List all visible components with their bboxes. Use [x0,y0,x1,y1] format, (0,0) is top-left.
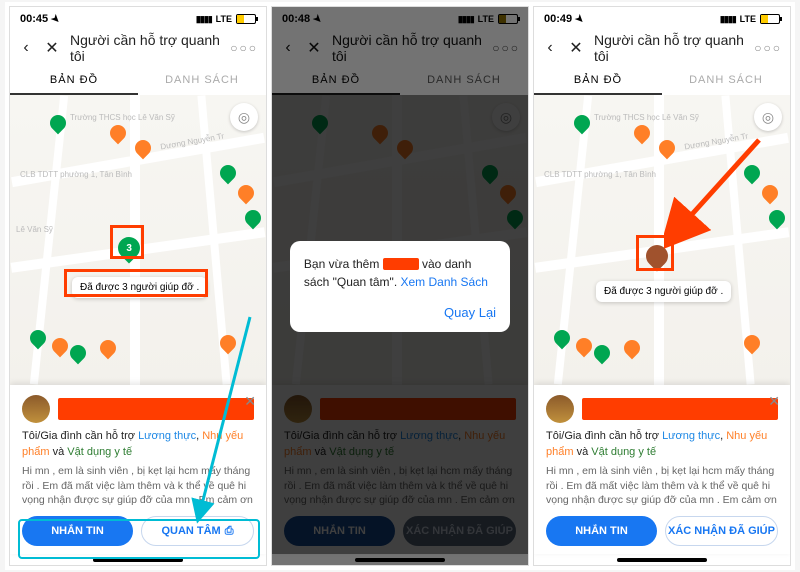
map-poi-label: Trường THCS học Lê Văn Sỹ [70,113,175,122]
nav-bar: ‹ ✕ Người cần hỗ trợ quanh tôi ○○○ [10,31,266,65]
map-pin-helper[interactable] [217,162,240,185]
annotation-highlight-box [636,235,674,271]
confirm-dialog: Bạn vừa thêm vào danh sách "Quan tâm". X… [290,241,510,332]
tabs: BẢN ĐỒ DANH SÁCH [10,65,266,95]
map-pin-helper[interactable] [67,342,90,365]
dialog-text: Bạn vừa thêm [304,257,383,271]
page-title: Người cần hỗ trợ quanh tôi [70,32,220,64]
back-icon[interactable]: ‹ [542,39,558,57]
modal-overlay[interactable]: Bạn vừa thêm vào danh sách "Quan tâm". X… [272,7,528,565]
map-pin-helper[interactable] [27,327,50,350]
tab-list[interactable]: DANH SÁCH [662,65,790,95]
map-pin-helper[interactable] [242,207,265,230]
card-close-icon[interactable]: ✕ [768,393,780,410]
confirm-helped-button[interactable]: XÁC NHẬN ĐÃ GIÚP [665,516,778,546]
map-pin-request[interactable] [49,335,72,358]
location-arrow-icon: ➤ [573,13,587,27]
request-description: Hi mn , em là sinh viên , bị kẹt lại hcm… [22,464,254,508]
map-tooltip: Đã được 3 người giúp đỡ . [596,281,731,302]
map-poi-label: Trường THCS học Lê Văn Sỹ [594,113,699,122]
clock: 00:45 [20,13,48,25]
map-pin-request[interactable] [97,337,120,360]
redacted-name [582,398,778,420]
location-arrow-icon: ➤ [49,13,63,27]
annotation-highlight-box [110,225,144,259]
signal-icon: ▮▮▮▮ [720,14,736,25]
tabs: BẢN ĐỒ DANH SÁCH [534,65,790,95]
network-lte: LTE [216,14,232,24]
clock: 00:49 [544,13,572,25]
map-pin-request[interactable] [573,335,596,358]
map-pin-helper[interactable] [766,207,789,230]
redacted-name [58,398,254,420]
need-line: Tôi/Gia đình cần hỗ trợ Lương thực, Nhu … [546,429,778,460]
tab-map[interactable]: BẢN ĐỒ [10,65,138,95]
need-line: Tôi/Gia đình cần hỗ trợ Lương thực, Nhu … [22,429,254,460]
tab-map[interactable]: BẢN ĐỒ [534,65,662,95]
home-indicator [617,558,707,562]
map-road-label: Lê Văn Sỹ [16,225,53,234]
map-pin-helper[interactable] [741,162,764,185]
request-description: Hi mn , em là sinh viên , bị kẹt lại hcm… [546,464,778,508]
close-icon[interactable]: ✕ [44,38,60,58]
redacted-name [383,258,419,270]
category-medical: Vật dụng y tế [67,446,132,458]
avatar[interactable] [546,395,574,423]
map-view[interactable]: Trường THCS học Lê Văn Sỹ CLB TDTT phườn… [534,95,790,385]
map-poi-label: CLB TDTT phường 1, Tân Bình [544,170,656,179]
nav-bar: ‹ ✕ Người cần hỗ trợ quanh tôi ○○○ [534,31,790,65]
status-bar: 00:45 ➤ ▮▮▮▮ LTE [10,7,266,31]
screen-3: 00:49 ➤ ▮▮▮▮ LTE ‹ ✕ Người cần hỗ trợ qu… [533,6,791,566]
annotation-highlight-cyan [18,519,260,559]
back-icon[interactable]: ‹ [18,39,34,57]
map-pin-helper[interactable] [591,342,614,365]
more-icon[interactable]: ○○○ [230,41,258,55]
map-poi-label: CLB TDTT phường 1, Tân Bình [20,170,132,179]
battery-icon [760,14,780,24]
map-pin-request[interactable] [621,337,644,360]
message-button[interactable]: NHẮN TIN [546,516,657,546]
locate-me-icon[interactable]: ◎ [230,103,258,131]
annotation-highlight-box [64,269,208,297]
view-list-link[interactable]: Xem Danh Sách [400,275,487,289]
request-card: ✕ Tôi/Gia đình cần hỗ trợ Lương thực, Nh… [534,385,790,554]
map-pin-request[interactable] [235,182,258,205]
screen-2: 00:48 ➤ ▮▮▮▮ LTE ‹ ✕ Người cần hỗ trợ qu… [271,6,529,566]
network-lte: LTE [740,14,756,24]
locate-me-icon[interactable]: ◎ [754,103,782,131]
category-food: Lương thực [138,430,196,442]
signal-icon: ▮▮▮▮ [196,14,212,25]
map-view[interactable]: Trường THCS học Lê Văn Sỹ CLB TDTT phườn… [10,95,266,385]
map-pin-request[interactable] [107,122,130,145]
card-close-icon[interactable]: ✕ [244,393,256,410]
page-title: Người cần hỗ trợ quanh tôi [594,32,744,64]
close-icon[interactable]: ✕ [568,38,584,58]
screen-1: 00:45 ➤ ▮▮▮▮ LTE ‹ ✕ Người cần hỗ trợ qu… [9,6,267,566]
status-bar: 00:49 ➤ ▮▮▮▮ LTE [534,7,790,31]
more-icon[interactable]: ○○○ [754,41,782,55]
avatar[interactable] [22,395,50,423]
dialog-back-button[interactable]: Quay Lại [290,297,510,332]
map-pin-request[interactable] [759,182,782,205]
battery-icon [236,14,256,24]
tab-list[interactable]: DANH SÁCH [138,65,266,95]
map-pin-request[interactable] [631,122,654,145]
map-pin-helper[interactable] [551,327,574,350]
